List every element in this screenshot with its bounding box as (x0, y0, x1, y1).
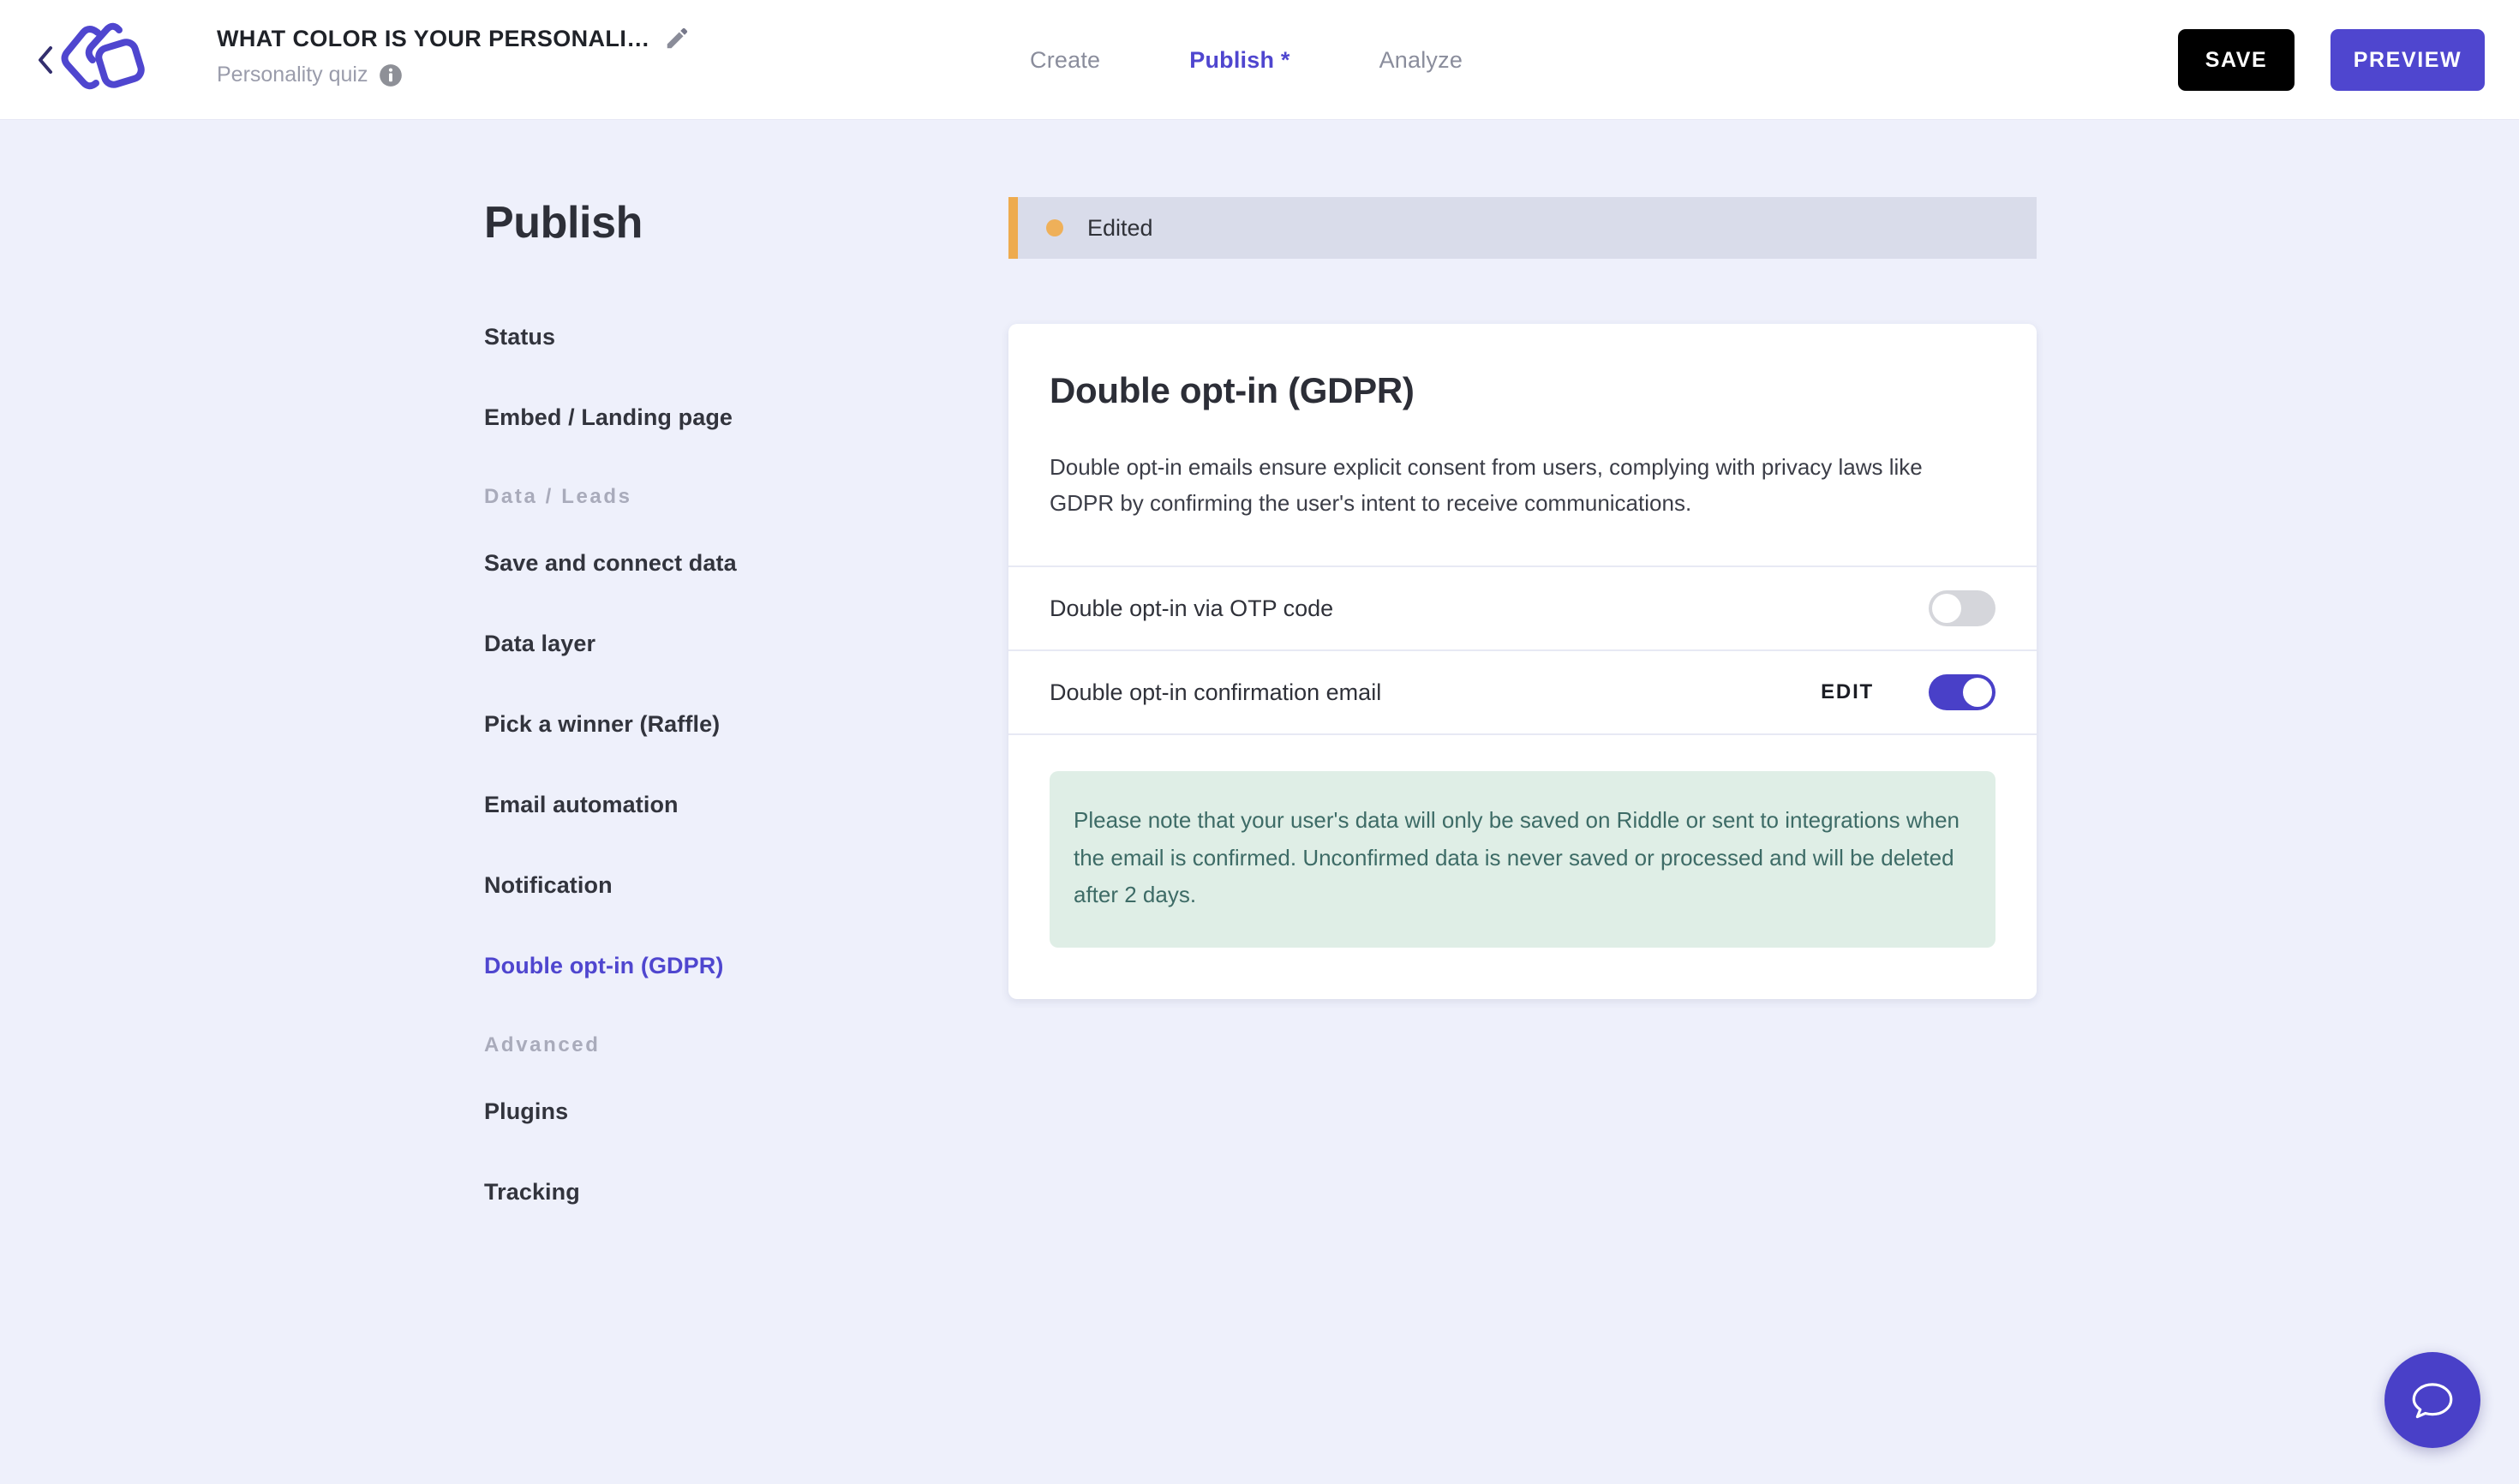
sidebar-item-save-and-connect-data[interactable]: Save and connect data (484, 550, 947, 577)
riddle-logo[interactable] (60, 21, 146, 99)
tab-analyze[interactable]: Analyze (1335, 47, 1507, 74)
status-badge: Edited (1087, 214, 1153, 241)
preview-button[interactable]: PREVIEW (2331, 29, 2485, 91)
sidebar-item-embed-landing-page[interactable]: Embed / Landing page (484, 404, 947, 431)
chat-bubble-icon (2412, 1383, 2453, 1419)
info-icon[interactable] (379, 63, 403, 87)
info-note-box: Please note that your user's data will o… (1050, 771, 1995, 948)
status-banner: Edited (1008, 197, 2037, 259)
card-title: Double opt-in (GDPR) (1050, 370, 1415, 410)
row-confirmation-email: Double opt-in confirmation email EDIT (1008, 651, 2037, 736)
sidebar-item-data-layer[interactable]: Data layer (484, 631, 947, 657)
card-description: Double opt-in emails ensure explicit con… (1050, 454, 1923, 517)
edit-confirmation-email-button[interactable]: EDIT (1821, 680, 1874, 704)
save-button[interactable]: SAVE (2178, 29, 2295, 91)
info-note-text: Please note that your user's data will o… (1074, 807, 1960, 908)
sidebar-group-data-leads: Data / Leads (484, 485, 632, 508)
sidebar-group-advanced: Advanced (484, 1033, 601, 1056)
status-dot-icon (1046, 219, 1063, 236)
sidebar-item-plugins[interactable]: Plugins (484, 1098, 947, 1125)
note-container: Please note that your user's data will o… (1008, 735, 2037, 999)
chevron-left-icon (39, 46, 52, 74)
row-otp-code-label: Double opt-in via OTP code (1050, 595, 1334, 621)
toggle-knob (1932, 594, 1961, 624)
toggle-confirmation-email[interactable] (1929, 674, 1995, 711)
topbar-actions: SAVE PREVIEW (2178, 0, 2485, 120)
tab-create[interactable]: Create (985, 47, 1145, 74)
sidebar-item-notification[interactable]: Notification (484, 872, 947, 899)
tab-publish[interactable]: Publish * (1145, 47, 1334, 74)
page-title: Publish (484, 198, 643, 248)
double-opt-in-card: Double opt-in (GDPR) Double opt-in email… (1008, 324, 2037, 1000)
sidebar-item-double-opt-in[interactable]: Double opt-in (GDPR) (484, 953, 947, 979)
quiz-title: WHAT COLOR IS YOUR PERSONALI… (217, 25, 650, 51)
sidebar-item-email-automation[interactable]: Email automation (484, 792, 947, 818)
top-bar: WHAT COLOR IS YOUR PERSONALI… Personalit… (0, 0, 2519, 120)
riddle-logo-icon (61, 22, 145, 90)
quiz-title-row: WHAT COLOR IS YOUR PERSONALI… (217, 22, 690, 55)
row-confirmation-email-label: Double opt-in confirmation email (1050, 679, 1382, 705)
sidebar-item-pick-a-winner[interactable]: Pick a winner (Raffle) (484, 711, 947, 738)
main-nav-tabs: Create Publish * Analyze (985, 0, 1507, 120)
quiz-subtitle-row: Personality quiz (217, 63, 690, 87)
toggle-otp-code[interactable] (1929, 590, 1995, 627)
sidebar-item-tracking[interactable]: Tracking (484, 1179, 947, 1206)
pencil-icon[interactable] (664, 26, 690, 51)
toggle-knob (1963, 678, 1992, 708)
row-otp-code: Double opt-in via OTP code (1008, 567, 2037, 652)
chat-support-button[interactable] (2384, 1352, 2480, 1448)
card-header: Double opt-in (GDPR) Double opt-in email… (1008, 324, 2037, 568)
publish-sidebar: Publish Status Embed / Landing page Data… (484, 197, 947, 1260)
quiz-type-label: Personality quiz (217, 63, 368, 87)
sidebar-item-status[interactable]: Status (484, 324, 947, 350)
main-panel: Edited Double opt-in (GDPR) Double opt-i… (1008, 197, 2037, 1000)
back-button[interactable] (27, 43, 62, 77)
page-body: Publish Status Embed / Landing page Data… (0, 120, 2519, 1484)
quiz-title-block: WHAT COLOR IS YOUR PERSONALI… Personalit… (217, 22, 690, 99)
